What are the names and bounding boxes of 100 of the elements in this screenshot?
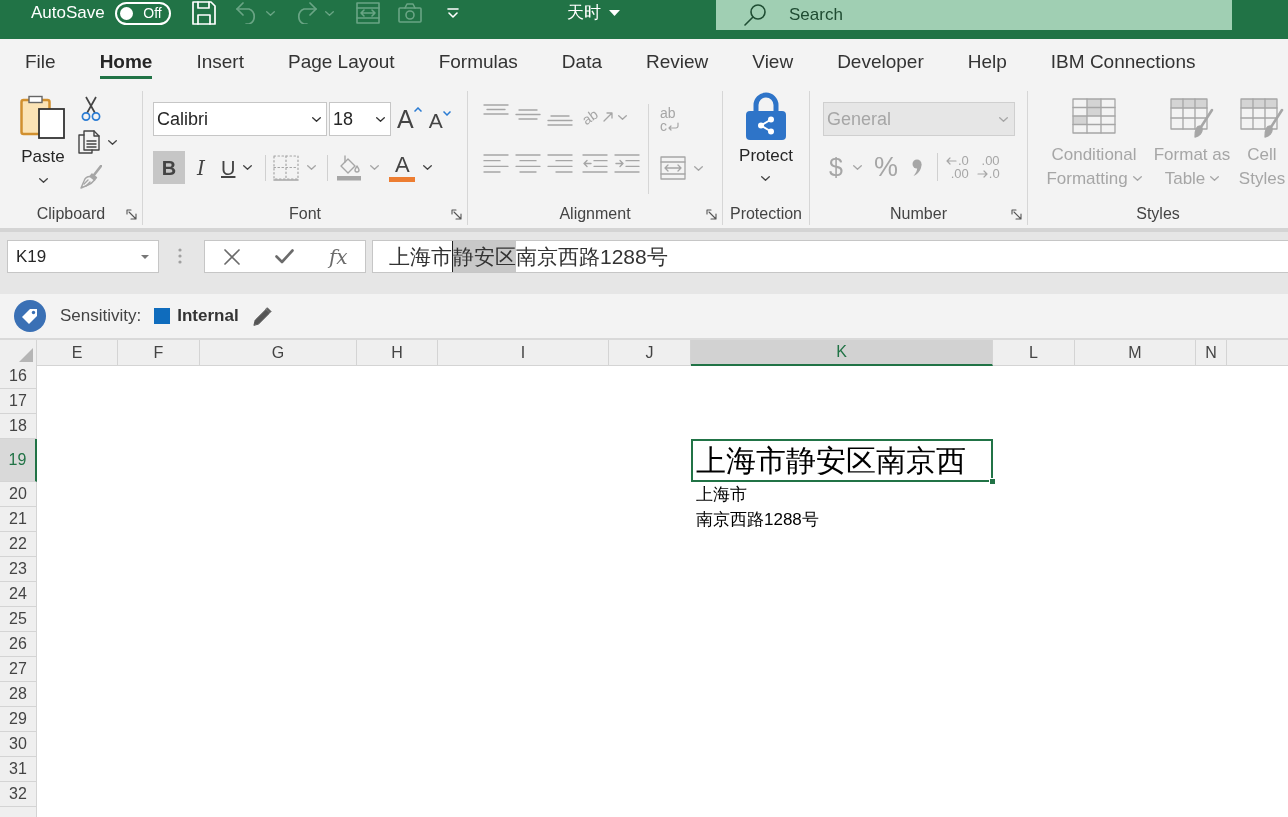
group-label: Alignment (559, 204, 631, 224)
column-header[interactable]: N (1196, 340, 1227, 366)
decrease-font-size-button[interactable]: A (428, 109, 451, 132)
insert-function-button[interactable]: fx (328, 245, 348, 268)
column-header[interactable]: K (691, 340, 993, 366)
arrow-left-icon (945, 156, 957, 165)
row-header[interactable]: 25 (0, 607, 37, 632)
row-header[interactable]: 28 (0, 682, 37, 707)
font-color-button[interactable]: A (389, 153, 433, 182)
paste-button[interactable]: Paste (14, 95, 72, 189)
cell-brush-icon (1240, 98, 1284, 138)
copy-button[interactable] (78, 130, 117, 154)
font-name-field[interactable]: Calibri (153, 102, 327, 136)
row-header[interactable]: 29 (0, 707, 37, 732)
ribbon-tab[interactable]: Formulas (416, 39, 540, 88)
row-header[interactable]: 22 (0, 532, 37, 557)
check-icon[interactable] (275, 249, 295, 264)
autosave-toggle[interactable]: Off (114, 1, 171, 25)
column-header[interactable]: E (37, 340, 118, 366)
cell-editor[interactable]: 上海市静安区南京西 (691, 439, 993, 482)
grip-icon[interactable] (178, 248, 182, 264)
row-header[interactable]: 17 (0, 389, 37, 414)
ribbon-tab[interactable]: Insert (174, 39, 266, 88)
bold-button[interactable]: B (153, 151, 185, 184)
ribbon-tab[interactable]: Review (624, 39, 731, 88)
ribbon-tab[interactable]: Page Layout (265, 39, 417, 88)
row-header[interactable]: 16 (0, 364, 37, 389)
caret-icon (999, 116, 1008, 122)
row-header[interactable]: 26 (0, 632, 37, 657)
column-header[interactable]: G (200, 340, 357, 366)
formula-input[interactable]: 上海市静安区南京西路1288号 (372, 240, 1288, 273)
name-box[interactable]: K19 (7, 240, 159, 273)
caret-icon (617, 114, 627, 120)
font-size-field[interactable]: 18 (329, 102, 391, 136)
row-header[interactable]: 27 (0, 657, 37, 682)
increase-font-size-button[interactable]: A (397, 106, 422, 132)
row-header[interactable]: 30 (0, 732, 37, 757)
pencil-icon[interactable] (252, 306, 272, 326)
caret-icon (38, 178, 48, 183)
group-label: Protection (729, 204, 802, 224)
sensitivity-value[interactable]: Internal (177, 303, 239, 329)
search-field[interactable]: Search (716, 0, 1232, 30)
bar-caret-icon[interactable] (446, 8, 459, 18)
caret-icon (108, 139, 117, 145)
corner-arrow-icon[interactable] (126, 208, 137, 220)
triangle-icon (19, 348, 33, 362)
arrow-right-icon (976, 169, 988, 178)
search-icon (744, 4, 766, 26)
caret-down-icon (442, 110, 451, 116)
select-all-corner[interactable] (0, 340, 37, 366)
undo-icon (235, 2, 258, 24)
column-header[interactable]: J (609, 340, 691, 366)
italic-button[interactable]: I (190, 151, 212, 184)
caret-up-icon (413, 107, 422, 112)
caret-icon (423, 165, 433, 170)
scissors-icon[interactable] (80, 96, 102, 122)
column-header[interactable]: F (118, 340, 200, 366)
row-header[interactable]: 21 (0, 507, 37, 532)
ribbon-tab[interactable]: Help (945, 39, 1029, 88)
document-title-button[interactable]: 天时 (566, 3, 620, 23)
spreadsheet-cell-text: 南京西路1288号 (695, 509, 820, 531)
return-arrow-icon (668, 122, 679, 131)
caret-icon (608, 10, 620, 16)
ribbon-tab[interactable]: Home (77, 39, 175, 88)
ribbon-tab[interactable]: File (3, 39, 78, 88)
ribbon-tab[interactable]: IBM Connections (1028, 39, 1218, 88)
ribbon-tab[interactable]: Developer (815, 39, 946, 88)
group-label: Number (890, 204, 947, 224)
column-header[interactable]: L (993, 340, 1075, 366)
corner-arrow-icon[interactable] (451, 208, 462, 220)
row-header[interactable]: 31 (0, 757, 37, 782)
ribbon-tab[interactable]: View (730, 39, 816, 88)
row-header[interactable]: 32 (0, 782, 37, 807)
tag-icon[interactable] (14, 300, 46, 332)
row-header[interactable]: 19 (0, 439, 37, 482)
ribbon-tab[interactable]: Data (539, 39, 624, 88)
caret-icon (243, 165, 253, 170)
caret-icon (852, 164, 862, 170)
row-header[interactable]: 24 (0, 582, 37, 607)
caret-icon (324, 10, 334, 16)
underline-button[interactable]: U (219, 151, 255, 184)
protect-button[interactable]: Protect (739, 92, 793, 181)
spreadsheet-cell-text: 上海市 (695, 484, 748, 506)
column-header[interactable]: I (438, 340, 609, 366)
row-header[interactable]: 18 (0, 414, 37, 439)
clipboard-icon (20, 95, 66, 139)
caret-icon (265, 10, 275, 16)
save-icon[interactable] (191, 1, 216, 25)
copy-icon (78, 130, 100, 154)
column-header[interactable] (1227, 340, 1288, 366)
caret-icon (141, 254, 149, 259)
merge-cells-icon (660, 156, 686, 180)
caret-icon (370, 165, 380, 170)
cancel-icon[interactable] (223, 248, 240, 265)
fill-handle-icon[interactable] (989, 478, 996, 485)
column-header[interactable]: H (357, 340, 438, 366)
column-header[interactable]: M (1075, 340, 1196, 366)
table-brush-icon (1170, 98, 1214, 138)
row-header[interactable]: 23 (0, 557, 37, 582)
row-header[interactable]: 20 (0, 482, 37, 507)
